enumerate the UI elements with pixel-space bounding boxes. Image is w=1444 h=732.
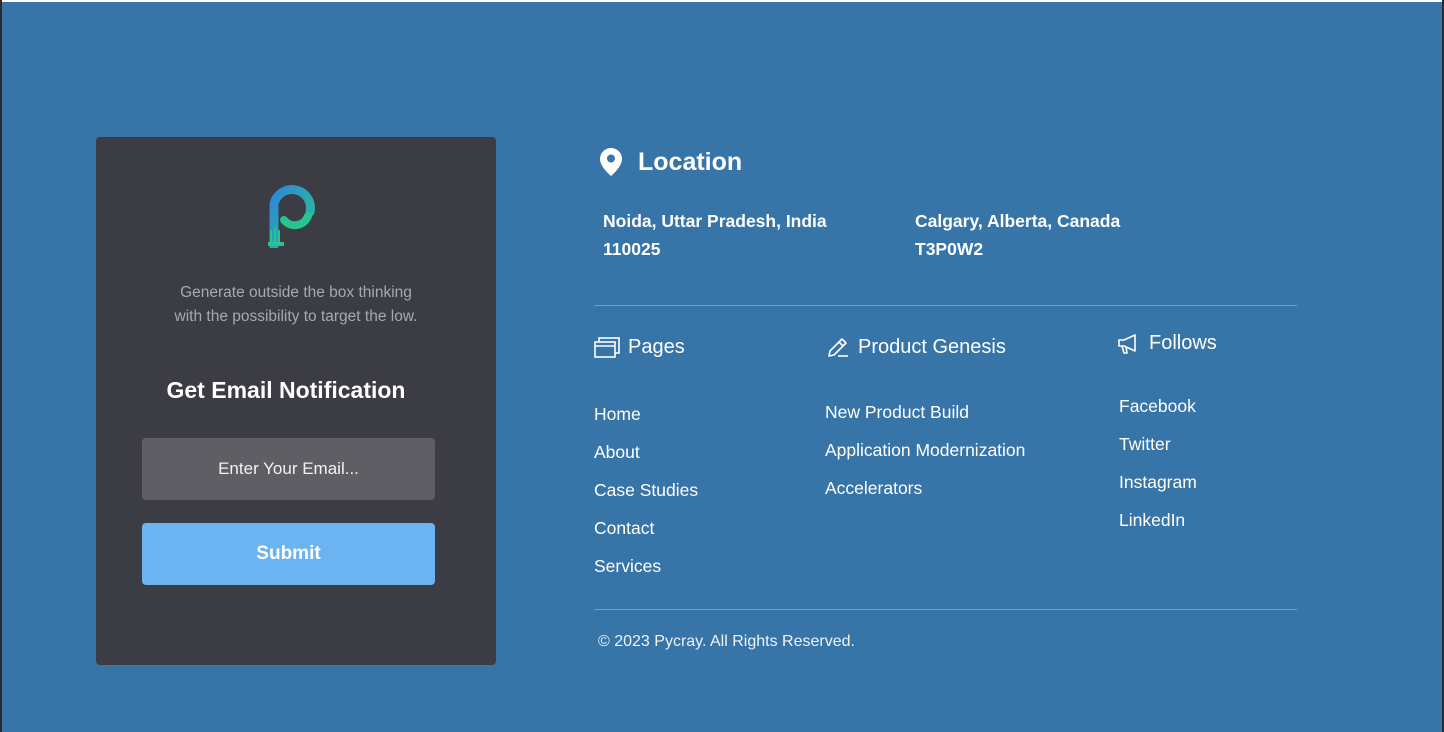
follows-links: Facebook Twitter Instagram LinkedIn	[1119, 387, 1197, 539]
link-accelerators[interactable]: Accelerators	[825, 469, 1025, 507]
subscribe-card: Generate outside the box thinking with t…	[96, 137, 496, 665]
email-input[interactable]	[142, 438, 435, 500]
product-genesis-heading: Product Genesis	[826, 335, 1006, 359]
pages-heading: Pages	[594, 336, 685, 359]
pages-links: Home About Case Studies Contact Services	[594, 395, 698, 585]
link-about[interactable]: About	[594, 433, 698, 471]
site-footer: Generate outside the box thinking with t…	[2, 2, 1442, 732]
windows-icon	[594, 336, 620, 358]
megaphone-icon	[1118, 333, 1136, 354]
link-services[interactable]: Services	[594, 547, 698, 585]
follows-title: Follows	[1149, 332, 1217, 354]
link-linkedin[interactable]: LinkedIn	[1119, 501, 1197, 539]
product-links: New Product Build Application Modernizat…	[825, 393, 1025, 507]
link-contact[interactable]: Contact	[594, 509, 698, 547]
address-line: Noida, Uttar Pradesh, India	[603, 211, 827, 231]
tagline-line-1: Generate outside the box thinking	[180, 284, 412, 301]
link-home[interactable]: Home	[594, 395, 698, 433]
pycray-logo-icon	[268, 185, 315, 248]
address-line: Calgary, Alberta, Canada	[915, 211, 1121, 231]
link-instagram[interactable]: Instagram	[1119, 463, 1197, 501]
link-application-modernization[interactable]: Application Modernization	[825, 431, 1025, 469]
link-case-studies[interactable]: Case Studies	[594, 471, 698, 509]
copyright-text: © 2023 Pycray. All Rights Reserved.	[598, 633, 855, 650]
product-genesis-title: Product Genesis	[858, 335, 1006, 358]
submit-button[interactable]: Submit	[142, 523, 435, 585]
pages-title: Pages	[628, 336, 685, 358]
link-new-product-build[interactable]: New Product Build	[825, 393, 1025, 431]
address-calgary: Calgary, Alberta, Canada T3P0W2	[915, 207, 1120, 263]
location-title: Location	[638, 148, 743, 176]
postal-code: 110025	[603, 239, 661, 259]
link-twitter[interactable]: Twitter	[1119, 425, 1197, 463]
postal-code: T3P0W2	[915, 239, 984, 259]
map-pin-icon	[600, 148, 622, 176]
tagline-line-2: with the possibility to target the low.	[174, 308, 418, 325]
divider-bottom	[594, 609, 1297, 610]
card-tagline: Generate outside the box thinking with t…	[116, 281, 476, 329]
email-notification-title: Get Email Notification	[166, 377, 406, 403]
link-facebook[interactable]: Facebook	[1119, 387, 1197, 425]
follows-heading: Follows	[1117, 332, 1217, 355]
pencil-icon	[828, 338, 848, 357]
address-noida: Noida, Uttar Pradesh, India 110025	[603, 207, 827, 263]
divider-top	[594, 305, 1297, 306]
